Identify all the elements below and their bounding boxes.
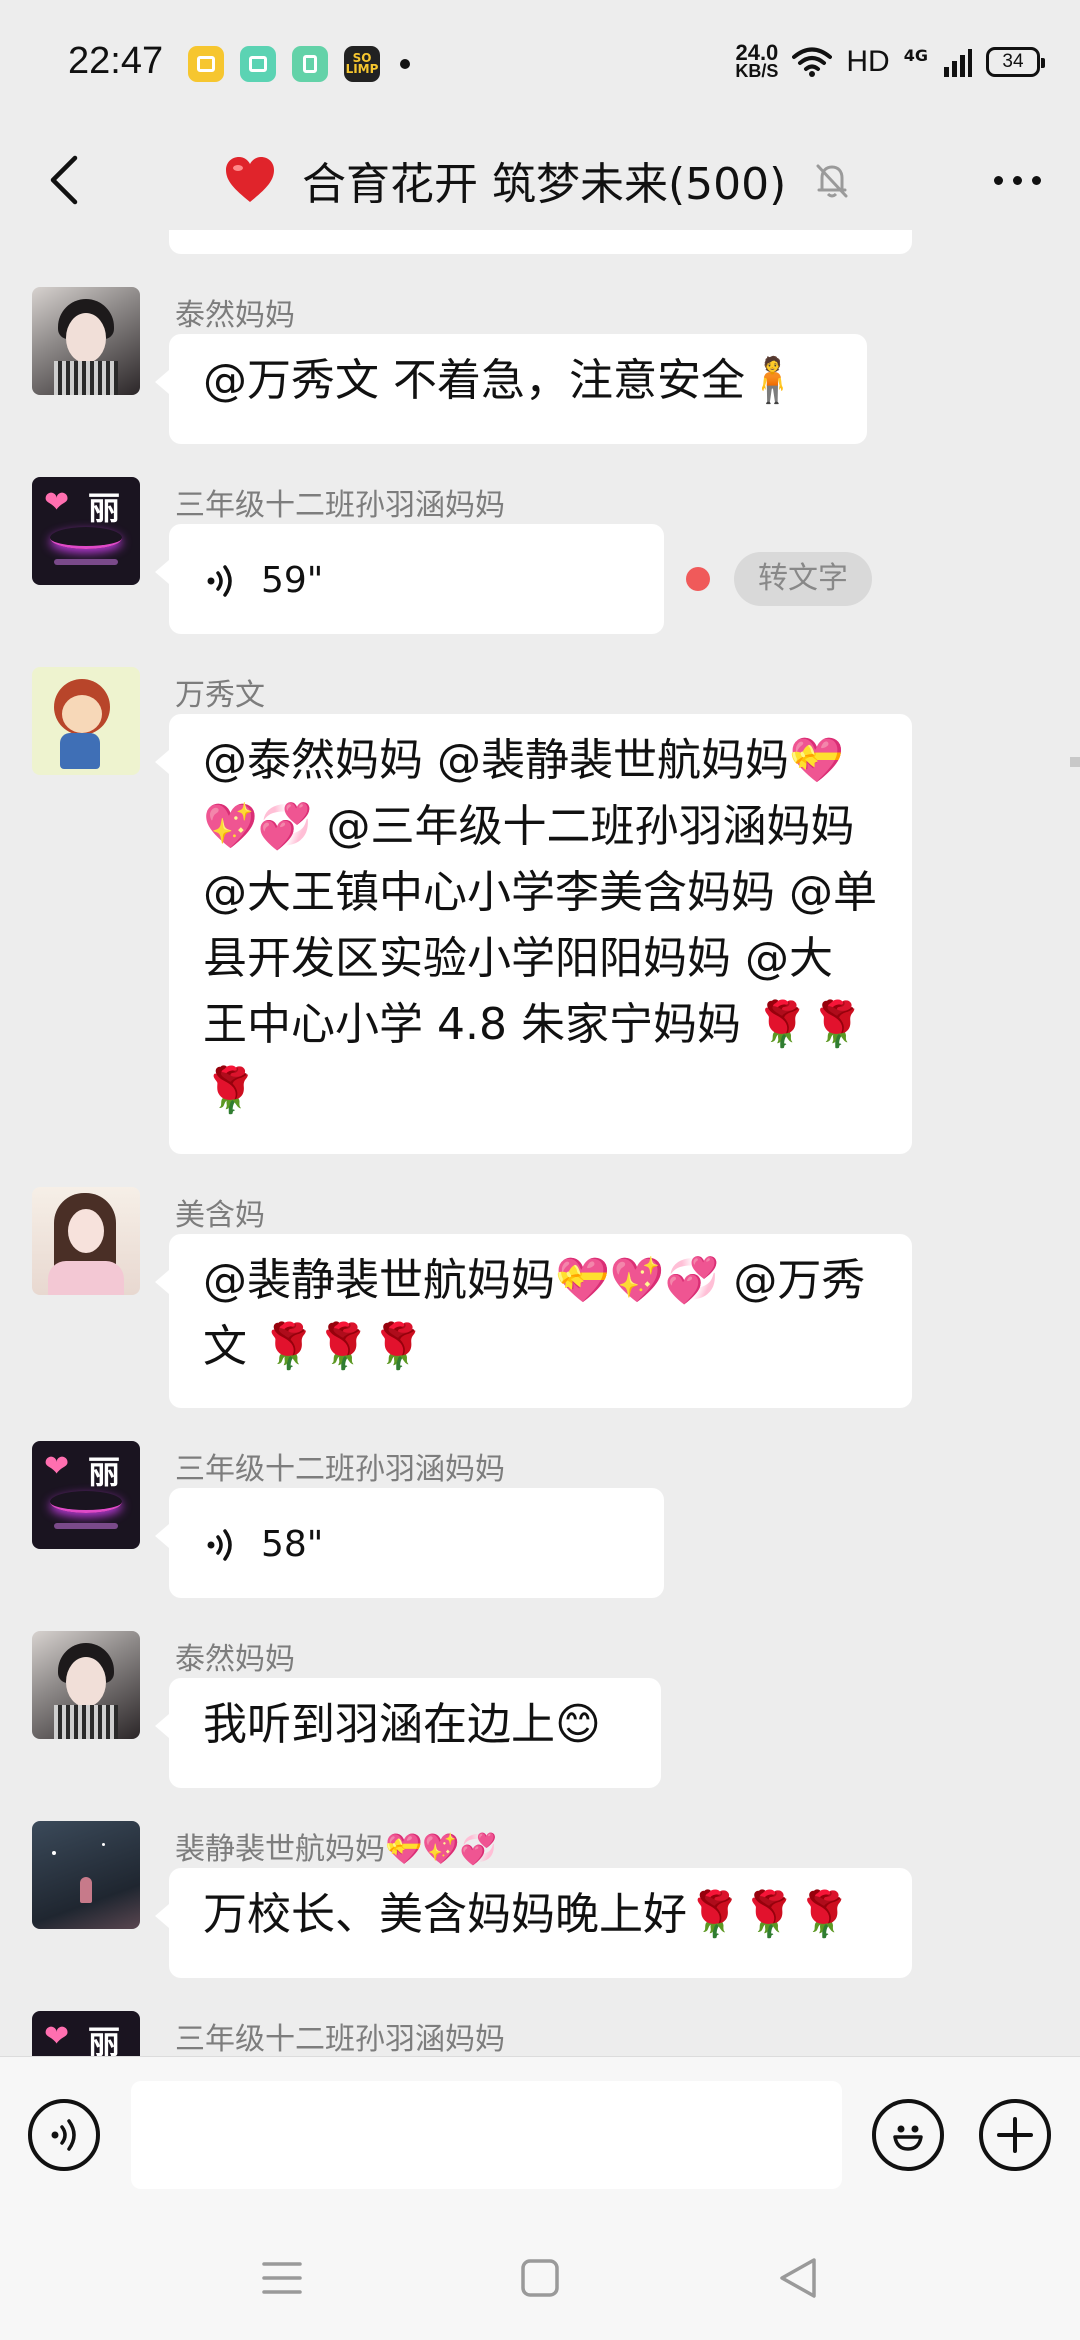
gallery-app-icon [240, 46, 276, 82]
voice-message-bubble[interactable]: 58" [155, 1488, 664, 1598]
group-title: 合育花开 筑梦未来(500) [224, 148, 786, 212]
notes-app-icon [188, 46, 224, 82]
wifi-icon [792, 47, 833, 77]
voice-duration: 59" [261, 560, 324, 601]
avatar[interactable] [32, 1821, 140, 1929]
sender-name: 泰然妈妈 [175, 1642, 295, 1677]
message-text: @万秀文 不着急，注意安全 [203, 355, 745, 406]
more-notifications-dot [400, 59, 410, 69]
sender-name: 三年级十二班孙羽涵妈妈 [175, 1452, 505, 1487]
chat-header: 合育花开 筑梦未来(500) [0, 130, 1080, 230]
emoji-button[interactable] [872, 2099, 944, 2171]
status-time: 22:47 [68, 40, 164, 82]
voice-input-icon [51, 2119, 76, 2151]
network-type: 4G [903, 46, 928, 65]
home-button[interactable] [512, 2250, 568, 2306]
message-line: @泰然妈妈 @裴静裴世航妈妈💝 [203, 735, 844, 786]
voice-message-bubble[interactable]: 59" [155, 524, 664, 634]
plus-icon [997, 2117, 1033, 2153]
more-dot [1012, 175, 1022, 185]
avatar[interactable] [32, 1187, 140, 1295]
message-bubble[interactable]: 我听到羽涵在边上😊 [155, 1678, 661, 1788]
more-dot [1031, 175, 1041, 185]
convert-to-text-button[interactable]: 转文字 [734, 552, 872, 606]
avatar[interactable]: ❤ 丽 [32, 2011, 140, 2056]
emoji-icon [893, 2125, 923, 2151]
message-line: 王中心小学 4.8 朱家宁妈妈 🌹🌹 [203, 999, 865, 1050]
recent-apps-button[interactable] [254, 2250, 310, 2306]
more-options-button[interactable] [984, 150, 1050, 210]
smile-emoji: 😊 [555, 1699, 601, 1750]
back-button[interactable] [34, 148, 94, 212]
avatar[interactable] [32, 667, 140, 775]
menu-icon [262, 2262, 302, 2294]
network-speed: 24.0 KB/S [735, 40, 779, 81]
scroll-indicator[interactable] [1070, 757, 1080, 767]
sender-name: 三年级十二班孙羽涵妈妈 [175, 488, 505, 523]
message-line: 文 🌹🌹🌹 [203, 1321, 426, 1372]
status-bar: 22:47 SO LIMP 24.0 KB/S HD 4G 34 [0, 0, 1080, 130]
message-input[interactable] [131, 2081, 842, 2189]
hd-indicator: HD [846, 45, 890, 78]
sender-name: 裴静裴世航妈妈💝💖💞 [175, 1832, 498, 1867]
battery-indicator: 34 [986, 47, 1045, 77]
person-emoji: 🧍 [745, 355, 800, 406]
message-bubble[interactable]: @泰然妈妈 @裴静裴世航妈妈💝 💖💞 @三年级十二班孙羽涵妈妈 @大王镇中心小学… [155, 714, 912, 1154]
voice-duration: 58" [261, 1524, 324, 1565]
more-dot [993, 175, 1003, 185]
sender-name: 三年级十二班孙羽涵妈妈 [175, 2022, 505, 2056]
voice-input-button[interactable] [28, 2099, 100, 2171]
signal-icon [944, 49, 972, 77]
add-button[interactable] [979, 2099, 1051, 2171]
previous-message-bubble[interactable] [169, 230, 912, 254]
sender-name: 泰然妈妈 [175, 298, 295, 333]
voice-wave-icon [207, 1529, 232, 1561]
message-line: 县开发区实验小学阳阳妈妈 @大 [203, 933, 833, 984]
avatar[interactable]: ❤ 丽 [32, 477, 140, 585]
bell-muted-icon [816, 164, 848, 198]
avatar[interactable]: ❤ 丽 [32, 1441, 140, 1549]
avatar[interactable] [32, 1631, 140, 1739]
notification-icons: SO LIMP [188, 46, 410, 82]
message-line: 💖💞 @三年级十二班孙羽涵妈妈 [203, 801, 855, 852]
home-square-icon [521, 2259, 559, 2297]
chat-message-list[interactable]: 泰然妈妈 @万秀文 不着急，注意安全🧍 ❤ 丽 三年级十二班孙羽涵妈妈 59" 转… [0, 230, 1080, 2056]
back-triangle-icon [780, 2258, 816, 2298]
sender-name: 美含妈 [175, 1198, 265, 1233]
message-line: @裴静裴世航妈妈💝💖💞 @万秀 [203, 1255, 866, 1306]
message-text: 万校长、美含妈妈晚上好🌹🌹🌹 [203, 1889, 852, 1940]
group-title-text: 合育花开 筑梦未来(500) [302, 159, 787, 210]
message-bubble[interactable]: @裴静裴世航妈妈💝💖💞 @万秀 文 🌹🌹🌹 [155, 1234, 912, 1408]
store-app-icon [292, 46, 328, 82]
message-bubble[interactable]: 万校长、美含妈妈晚上好🌹🌹🌹 [155, 1868, 912, 1978]
message-input-bar [0, 2056, 1080, 2216]
voice-wave-icon [207, 565, 232, 597]
soul-app-icon: SO LIMP [344, 46, 380, 82]
red-heart-emoji-icon [226, 157, 274, 202]
avatar[interactable] [32, 287, 140, 395]
chevron-left-icon [50, 155, 78, 205]
message-line: 🌹 [203, 1065, 258, 1116]
message-text: 我听到羽涵在边上 [203, 1699, 555, 1750]
unread-voice-dot [686, 567, 710, 591]
message-line: @大王镇中心小学李美含妈妈 @单 [203, 867, 877, 918]
status-indicators: 24.0 KB/S HD 4G 34 [735, 40, 1045, 81]
system-navigation-bar [0, 2216, 1080, 2340]
back-nav-button[interactable] [770, 2250, 826, 2306]
sender-name: 万秀文 [175, 678, 265, 713]
message-bubble[interactable]: @万秀文 不着急，注意安全🧍 [155, 334, 867, 444]
